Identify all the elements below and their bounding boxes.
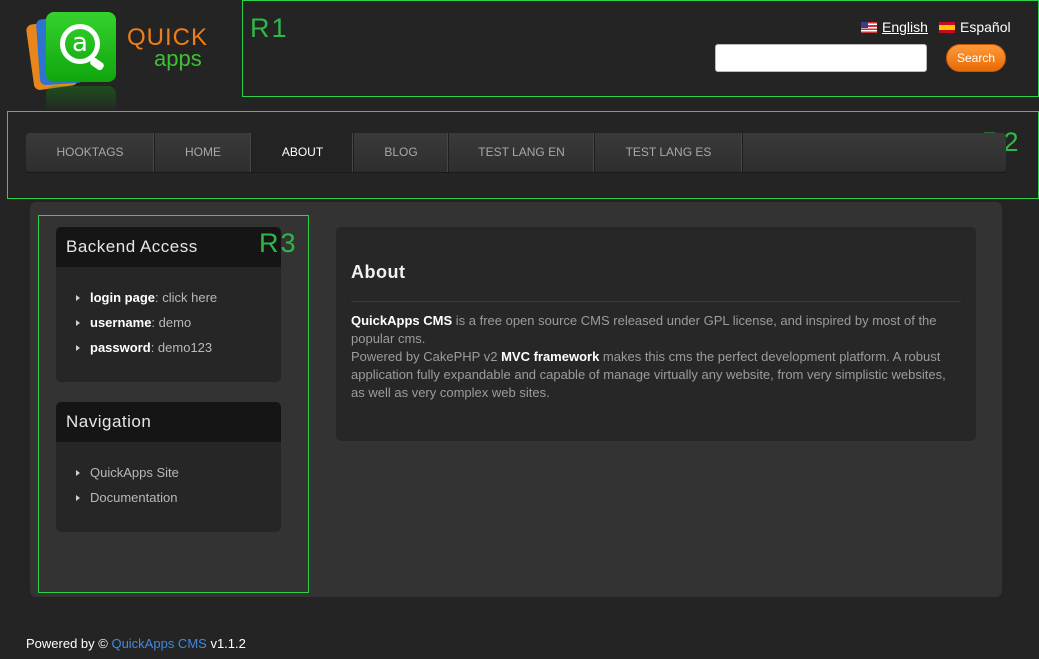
nav-item-test-lang-es[interactable]: TEST LANG ES: [595, 133, 743, 172]
footer-quickapps-link[interactable]: QuickApps CMS: [111, 636, 206, 651]
logo-text-apps: apps: [154, 46, 202, 71]
region-r3: [38, 215, 309, 593]
region-r1-label: R1: [250, 13, 289, 43]
es-flag-icon: [939, 21, 955, 33]
logo-reflection: [46, 86, 116, 112]
language-spanish-label: Español: [960, 19, 1011, 35]
nav-item-home[interactable]: HOME: [155, 133, 252, 172]
search-input[interactable]: [715, 44, 927, 72]
page-title: About: [351, 262, 961, 302]
language-spanish[interactable]: Español: [939, 19, 1011, 35]
about-panel: About QuickApps CMS is a free open sourc…: [336, 227, 976, 441]
about-body: QuickApps CMS is a free open source CMS …: [351, 313, 946, 400]
language-english[interactable]: English: [861, 19, 928, 35]
us-flag-icon: [861, 21, 877, 33]
logo-icon: a: [46, 12, 116, 82]
nav-item-hooktags[interactable]: HOOKTAGS: [26, 133, 155, 172]
site-logo[interactable]: a QUICK apps: [25, 10, 218, 112]
nav-item-blog[interactable]: BLOG: [354, 133, 449, 172]
footer: Powered by © QuickApps CMS v1.1.2: [26, 636, 246, 651]
search-button[interactable]: Search: [946, 44, 1006, 72]
region-r3-label: R3: [259, 228, 298, 258]
main-nav: HOOKTAGS HOME ABOUT BLOG TEST LANG EN TE…: [26, 133, 1006, 172]
nav-item-about[interactable]: ABOUT: [252, 133, 354, 172]
nav-item-test-lang-en[interactable]: TEST LANG EN: [449, 133, 595, 172]
language-english-label: English: [882, 19, 928, 35]
